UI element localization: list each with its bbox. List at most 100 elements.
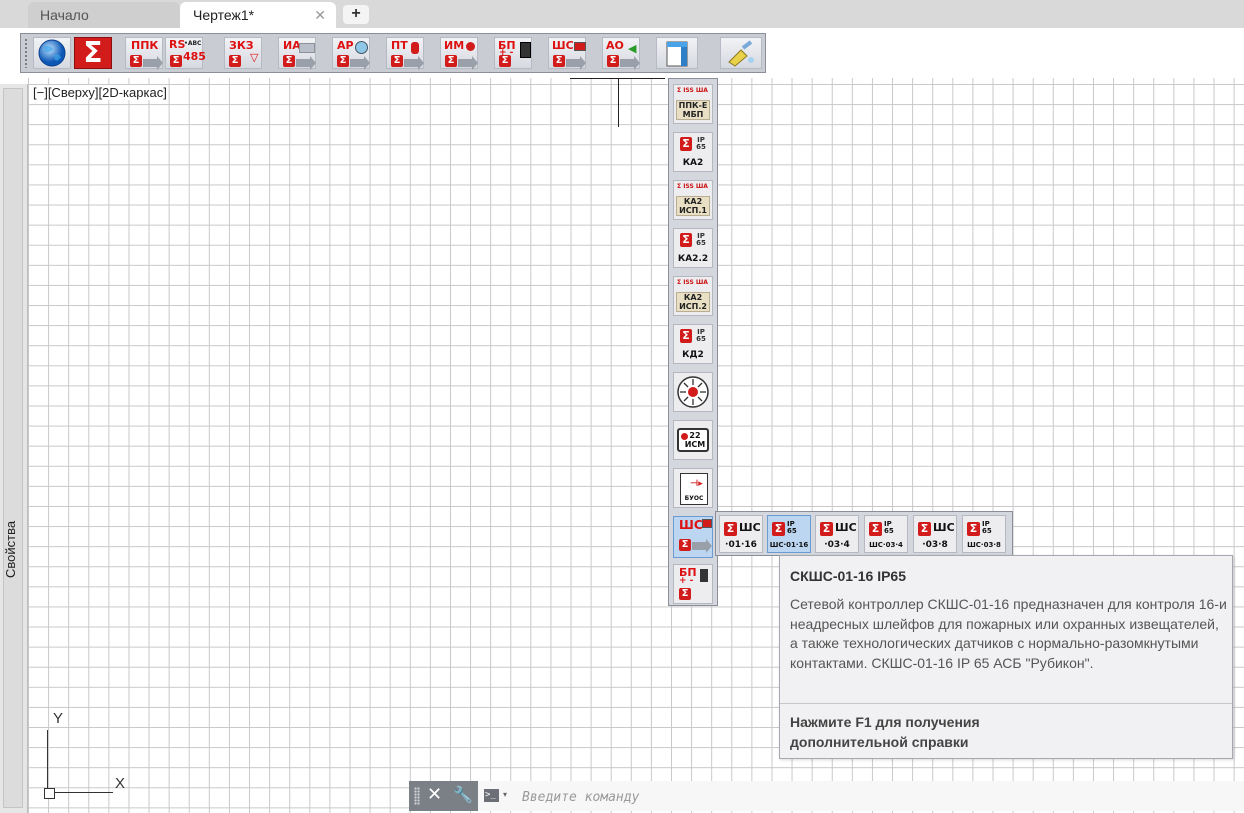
document-button[interactable] bbox=[656, 37, 698, 69]
rs485-button[interactable]: RS •ABC 485 Σ bbox=[165, 37, 206, 69]
arrow-icon bbox=[566, 56, 586, 70]
sigma-small-icon: Σ bbox=[445, 55, 457, 67]
flyout-ka2-ip65-button[interactable]: Σ IP 65 КА2 bbox=[673, 132, 713, 172]
tooltip-divider bbox=[780, 703, 1232, 704]
properties-tab[interactable] bbox=[3, 88, 23, 808]
close-icon[interactable]: ✕ bbox=[427, 784, 442, 805]
clean-button[interactable] bbox=[720, 37, 762, 69]
wrench-icon[interactable]: 🔧 bbox=[453, 785, 473, 804]
shs-01-16-ip65-button[interactable]: Σ IP 65 ШС·01·16 bbox=[767, 515, 811, 553]
ism-label: 22 ИСМ bbox=[684, 431, 706, 449]
sigma-small-icon: Σ bbox=[499, 55, 511, 67]
ar-label: АР bbox=[337, 39, 354, 52]
shs-cap: ШС·03·8 bbox=[967, 541, 1001, 549]
flyout-detector-button[interactable] bbox=[673, 372, 713, 412]
flyout-shs-button[interactable]: ШС Σ bbox=[673, 516, 713, 558]
flyout-ka2-isp2-button[interactable]: Σ ISS ША КА2 ИСП.2 bbox=[673, 276, 713, 316]
im-button[interactable]: ИМ Σ bbox=[440, 37, 478, 70]
ar-button[interactable]: АР Σ bbox=[332, 37, 370, 70]
flyout-buos-button[interactable]: ⊣▸ БУОС bbox=[673, 468, 713, 508]
sigma-small-icon: Σ bbox=[553, 55, 565, 67]
shs-sub-flyout: Σ ШС ·01·16 Σ IP 65 ШС·01·16 Σ ШС ·03·4 … bbox=[715, 511, 1013, 556]
flyout-beige-plate: КА2 ИСП.2 bbox=[676, 292, 710, 312]
speaker-icon: ◀ bbox=[628, 42, 637, 55]
tab-bar: Начало Чертеж1* ✕ + bbox=[0, 0, 1244, 28]
shs-03-8-button[interactable]: Σ ШС ·03·8 bbox=[913, 515, 957, 553]
ia-button[interactable]: ИА Σ bbox=[278, 37, 316, 70]
tab-drawing1[interactable]: Чертеж1* ✕ bbox=[180, 2, 336, 28]
buos-frame: ⊣▸ БУОС bbox=[680, 473, 708, 505]
shs-cap: ·01·16 bbox=[725, 540, 757, 550]
ppk-button[interactable]: ППК Σ bbox=[125, 37, 163, 70]
sensor-icon bbox=[355, 41, 368, 54]
sigma-button[interactable]: Σ bbox=[74, 36, 112, 69]
flyout-ism22-button[interactable]: 22 ИСМ bbox=[673, 420, 713, 460]
flyout-text2: МБП bbox=[682, 110, 704, 119]
sigma-small-icon: Σ bbox=[772, 522, 785, 536]
viewport-controls-label[interactable]: [−][Сверху][2D-каркас] bbox=[33, 85, 167, 100]
flyout-ka2-2-ip65-button[interactable]: Σ IP 65 КА2.2 bbox=[673, 228, 713, 268]
shs-hdr: ШС bbox=[739, 521, 761, 534]
sigma-small-icon: Σ bbox=[130, 55, 142, 67]
chevron-down-icon[interactable]: ▾ bbox=[503, 790, 507, 799]
shs-cap: ·03·4 bbox=[824, 540, 850, 550]
pt-button[interactable]: ПТ Σ bbox=[386, 37, 424, 70]
sigma-small-icon: Σ bbox=[680, 137, 692, 151]
shs-01-16-button[interactable]: Σ ШС ·01·16 bbox=[719, 515, 763, 553]
flyout-bp-button[interactable]: БП + - Σ bbox=[673, 564, 713, 604]
diode-icon: ⊣▸ bbox=[690, 479, 703, 489]
controller-icon bbox=[702, 519, 712, 528]
bp-button[interactable]: БП + - Σ bbox=[494, 37, 532, 69]
shs-03-8-ip65-button[interactable]: Σ IP 65 ШС·03·8 bbox=[962, 515, 1006, 553]
tooltip-title: СКШС-01-16 IP65 bbox=[790, 568, 906, 584]
flyout-ip-label: IP 65 bbox=[696, 232, 706, 247]
sigma-small-icon: Σ bbox=[680, 233, 692, 247]
flyout-model-label: КА2.2 bbox=[677, 254, 709, 264]
flyout-beige-plate: КА2 ИСП.1 bbox=[676, 196, 710, 216]
sigma-logo-icon: Σ bbox=[83, 36, 103, 69]
shs-button[interactable]: ШС Σ bbox=[548, 37, 586, 70]
sigma-small-icon: Σ bbox=[391, 55, 403, 67]
ism-frame: 22 ИСМ bbox=[677, 428, 709, 452]
close-tab-icon[interactable]: ✕ bbox=[314, 2, 326, 28]
command-input[interactable] bbox=[520, 786, 1224, 808]
flyout-ka2-isp1-button[interactable]: Σ ISS ША КА2 ИСП.1 bbox=[673, 180, 713, 220]
clean-brush-icon bbox=[728, 40, 754, 67]
battery-icon bbox=[520, 42, 531, 58]
flyout-model-label: КД2 bbox=[682, 350, 704, 360]
arrow-icon bbox=[620, 56, 640, 70]
sigma-small-icon: Σ bbox=[967, 522, 980, 536]
sigma-small-icon: Σ bbox=[229, 55, 241, 67]
properties-label: Свойства bbox=[3, 521, 27, 578]
shs-03-4-button[interactable]: Σ ШС ·03·4 bbox=[815, 515, 859, 553]
crosshair-vertical bbox=[618, 79, 619, 127]
prompt-icon[interactable]: >_ bbox=[484, 789, 499, 802]
flyout-text2: ИСП.1 bbox=[679, 206, 707, 215]
sigma-small-icon: Σ bbox=[918, 522, 931, 536]
shs-03-4-ip65-button[interactable]: Σ IP 65 ШС·03·4 bbox=[864, 515, 908, 553]
arrow-icon bbox=[143, 56, 163, 70]
zkz-button[interactable]: ЗКЗ ▽ Σ bbox=[224, 37, 262, 69]
tab-start[interactable]: Начало bbox=[28, 2, 180, 28]
shs-cap: ШС·01·16 bbox=[769, 541, 809, 549]
arrow-icon bbox=[296, 56, 316, 70]
toolbar-grip[interactable] bbox=[24, 38, 28, 68]
ao-button[interactable]: АО ◀ Σ bbox=[602, 37, 640, 70]
ucs-y-axis bbox=[47, 730, 48, 792]
shs-label: ШС bbox=[552, 39, 574, 52]
fuse-icon: ▽ bbox=[250, 51, 259, 64]
sigma-small-icon: Σ bbox=[337, 55, 349, 67]
ucs-y-label: Y bbox=[53, 710, 64, 727]
flyout-beige-plate: ППК-Е МБП bbox=[676, 100, 710, 120]
sigma-small-icon: Σ bbox=[869, 522, 882, 536]
properties-panel: Свойства bbox=[0, 84, 28, 813]
command-line-grip[interactable] bbox=[414, 787, 420, 805]
new-tab-button[interactable]: + bbox=[343, 5, 369, 24]
globe-button[interactable] bbox=[33, 37, 71, 69]
flyout-top-text: Σ ISS ША bbox=[677, 279, 708, 286]
flyout-ip-label: IP 65 bbox=[696, 136, 706, 151]
flyout-kd2-ip65-button[interactable]: Σ IP 65 КД2 bbox=[673, 324, 713, 364]
shs-cap: ШС·03·4 bbox=[869, 541, 903, 549]
bp-polarity-label: + - bbox=[679, 576, 694, 586]
flyout-ppk-e-mbp-button[interactable]: Σ ISS ША ППК-Е МБП bbox=[673, 84, 713, 124]
